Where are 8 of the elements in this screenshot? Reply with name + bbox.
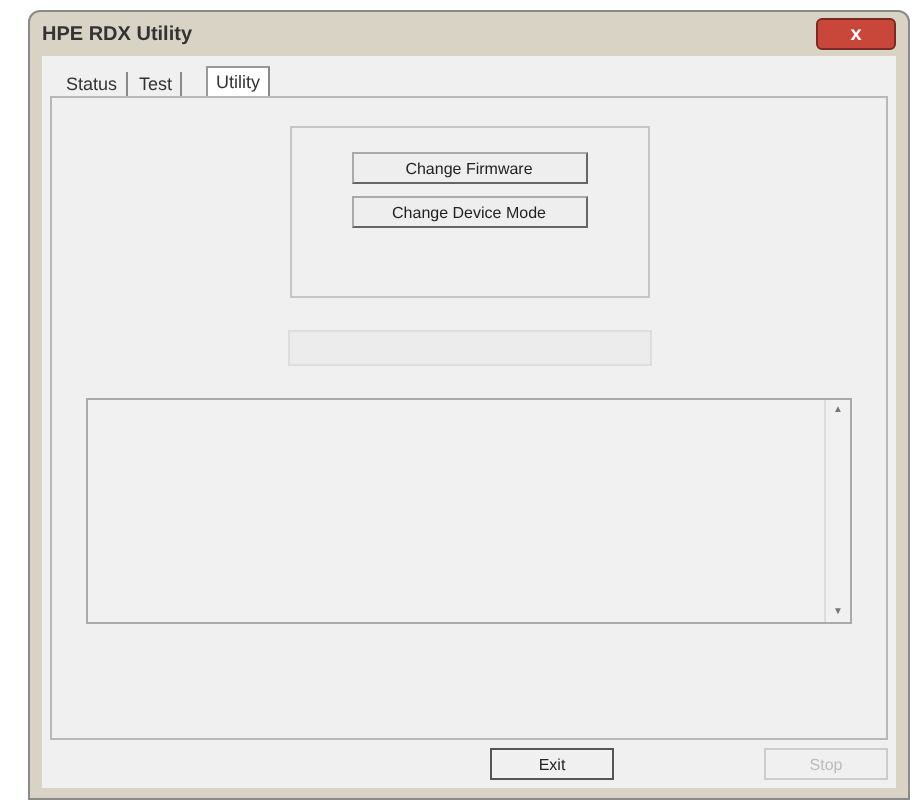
exit-button[interactable]: Exit [490,748,614,780]
action-button[interactable]: Change Device Mode [351,196,587,228]
tab[interactable]: Utility [206,66,271,96]
tab[interactable]: Status [58,72,128,96]
tab[interactable]: Test [131,72,183,96]
close-button[interactable]: x [816,18,896,50]
action-button[interactable]: Change Firmware [351,152,587,184]
window-title: HPE RDX Utility [42,23,193,45]
